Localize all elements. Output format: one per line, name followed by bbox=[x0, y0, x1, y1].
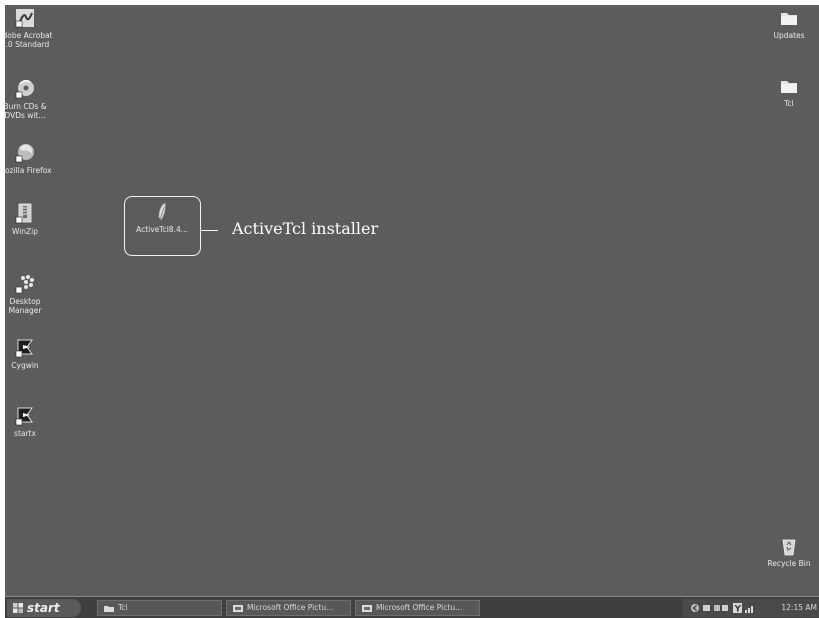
recycle-bin-icon bbox=[782, 539, 796, 556]
taskbar: start Tcl Microsoft Office Pictu... Micr… bbox=[5, 596, 819, 618]
taskbar-button-tcl[interactable]: Tcl bbox=[97, 600, 222, 616]
taskbar-button-picture-manager-2[interactable]: Microsoft Office Pictu... bbox=[355, 600, 480, 616]
svg-text:Y: Y bbox=[734, 605, 742, 615]
volume-icon bbox=[714, 605, 728, 611]
desktop-icon-cygwin[interactable]: Cygwin bbox=[5, 337, 60, 370]
desktop-icon-desktop-manager[interactable]: Desktop Manager bbox=[5, 273, 60, 315]
taskbar-button-label: Microsoft Office Pictu... bbox=[376, 603, 463, 612]
adobe-acrobat-icon bbox=[15, 9, 34, 28]
desktop-icon-winzip[interactable]: WinZip bbox=[5, 203, 60, 236]
desktop-icon-tcl-folder[interactable]: Tcl bbox=[754, 75, 819, 108]
cygwin-icon bbox=[15, 339, 33, 358]
desktop-icon-updates-folder[interactable]: Updates bbox=[754, 7, 819, 40]
start-label: start bbox=[27, 601, 60, 615]
firefox-icon bbox=[15, 144, 34, 163]
desktop-icon-label: Adobe Acrobat 6.0 Standard bbox=[5, 31, 53, 49]
network-icon bbox=[703, 605, 710, 611]
taskbar-button-label: Tcl bbox=[118, 603, 128, 612]
picture-manager-icon bbox=[362, 604, 372, 612]
desktop: Adobe Acrobat 6.0 Standard Burn CDs & DV… bbox=[5, 5, 819, 618]
cd-burner-icon bbox=[15, 79, 34, 99]
desktop-icon-label: startx bbox=[14, 429, 36, 438]
messenger-icon: Y bbox=[733, 603, 742, 615]
windows-logo-icon bbox=[13, 603, 23, 613]
desktop-icon-label: Burn CDs & DVDs wit... bbox=[5, 102, 47, 120]
startx-icon bbox=[15, 407, 33, 426]
desktop-icon-startx[interactable]: startx bbox=[5, 405, 60, 438]
desktop-icon-recycle-bin[interactable]: Recycle Bin bbox=[754, 535, 819, 568]
callout-line bbox=[201, 230, 218, 231]
desktop-icon-label: Updates bbox=[773, 31, 805, 40]
tray-icons: Y bbox=[691, 603, 753, 615]
desktop-icon-label: Tcl bbox=[784, 99, 794, 108]
taskbar-button-label: Microsoft Office Pictu... bbox=[247, 603, 334, 612]
callout-label: ActiveTcl installer bbox=[232, 219, 379, 238]
taskbar-button-picture-manager-1[interactable]: Microsoft Office Pictu... bbox=[226, 600, 351, 616]
callout-box bbox=[124, 196, 201, 256]
picture-manager-icon bbox=[233, 604, 243, 612]
start-button[interactable]: start bbox=[7, 599, 81, 617]
system-tray: Y 12:15 AM bbox=[683, 599, 819, 617]
winzip-icon bbox=[15, 203, 32, 224]
desktop-icon-adobe-acrobat[interactable]: Adobe Acrobat 6.0 Standard bbox=[5, 7, 60, 49]
folder-icon bbox=[104, 605, 114, 612]
folder-icon bbox=[781, 13, 797, 25]
back-arrow-icon bbox=[691, 604, 699, 612]
desktop-manager-icon bbox=[15, 275, 34, 294]
desktop-icon-label: Desktop Manager bbox=[8, 297, 42, 315]
desktop-icon-label: Cygwin bbox=[11, 361, 39, 370]
clock: 12:15 AM bbox=[781, 603, 817, 612]
desktop-icon-burn-cds[interactable]: Burn CDs & DVDs wit... bbox=[5, 78, 60, 120]
desktop-icon-label: WinZip bbox=[11, 227, 39, 236]
signal-strength-icon bbox=[745, 606, 753, 613]
folder-icon bbox=[781, 81, 797, 93]
desktop-icon-firefox[interactable]: Mozilla Firefox bbox=[5, 142, 60, 175]
desktop-icon-label: Recycle Bin bbox=[767, 559, 811, 568]
desktop-icon-label: Mozilla Firefox bbox=[5, 166, 52, 175]
